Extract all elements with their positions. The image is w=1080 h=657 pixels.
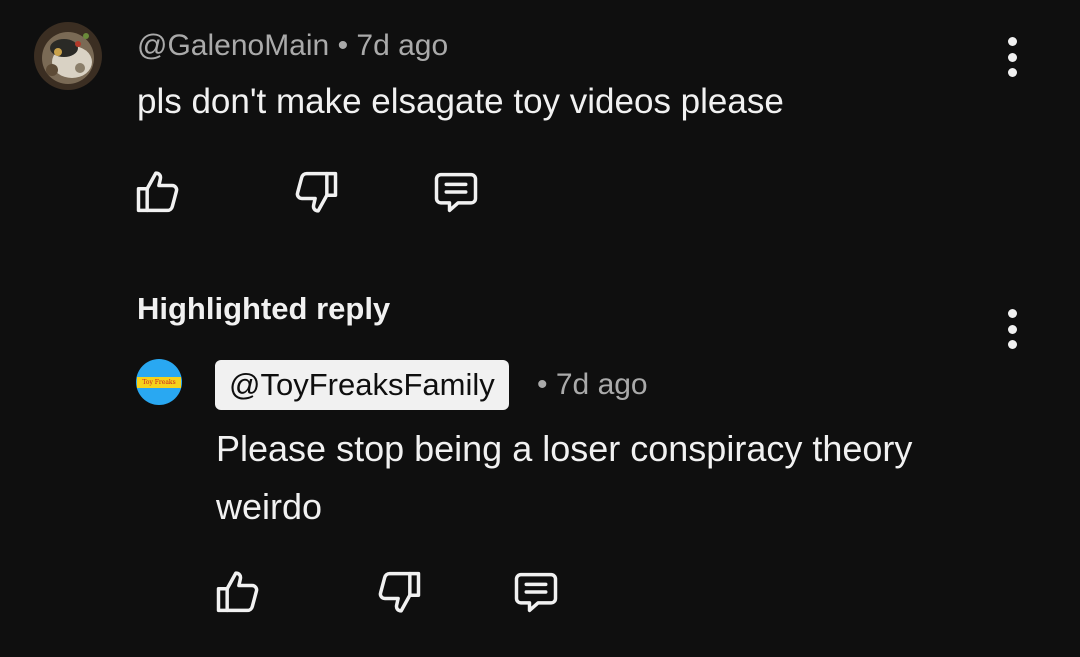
reply-comment-icon[interactable] [430, 166, 482, 218]
reply-author-badge[interactable]: @ToyFreaksFamily [215, 360, 509, 410]
comment-timestamp[interactable]: 7d ago [356, 29, 448, 62]
reply-text: Please stop being a loser conspiracy the… [216, 428, 913, 527]
reply-comment-icon[interactable] [510, 566, 562, 618]
commenter-avatar[interactable] [34, 22, 102, 90]
comment-meta: @GalenoMain • 7d ago [137, 24, 448, 68]
comment-author-handle[interactable]: @GalenoMain [137, 29, 329, 62]
highlighted-reply-label: Highlighted reply [137, 291, 391, 326]
reply-timestamp[interactable]: 7d ago [556, 368, 648, 401]
thumbs-down-icon[interactable] [290, 166, 342, 218]
thumbs-up-icon[interactable] [132, 166, 184, 218]
thumbs-down-icon[interactable] [373, 566, 425, 618]
more-vert-icon[interactable] [1005, 37, 1019, 77]
avatar-logo-text: Toy Freaks [137, 377, 181, 388]
thumbs-up-icon[interactable] [212, 566, 264, 618]
comment-text: pls don't make elsagate toy videos pleas… [137, 82, 784, 121]
more-vert-icon[interactable] [1005, 309, 1019, 349]
reply-meta: • 7d ago [537, 363, 648, 407]
meta-separator: • [537, 368, 548, 401]
reply-author-avatar[interactable]: Toy Freaks [136, 359, 182, 405]
food-photo-avatar [34, 22, 102, 90]
meta-separator: • [337, 29, 349, 62]
